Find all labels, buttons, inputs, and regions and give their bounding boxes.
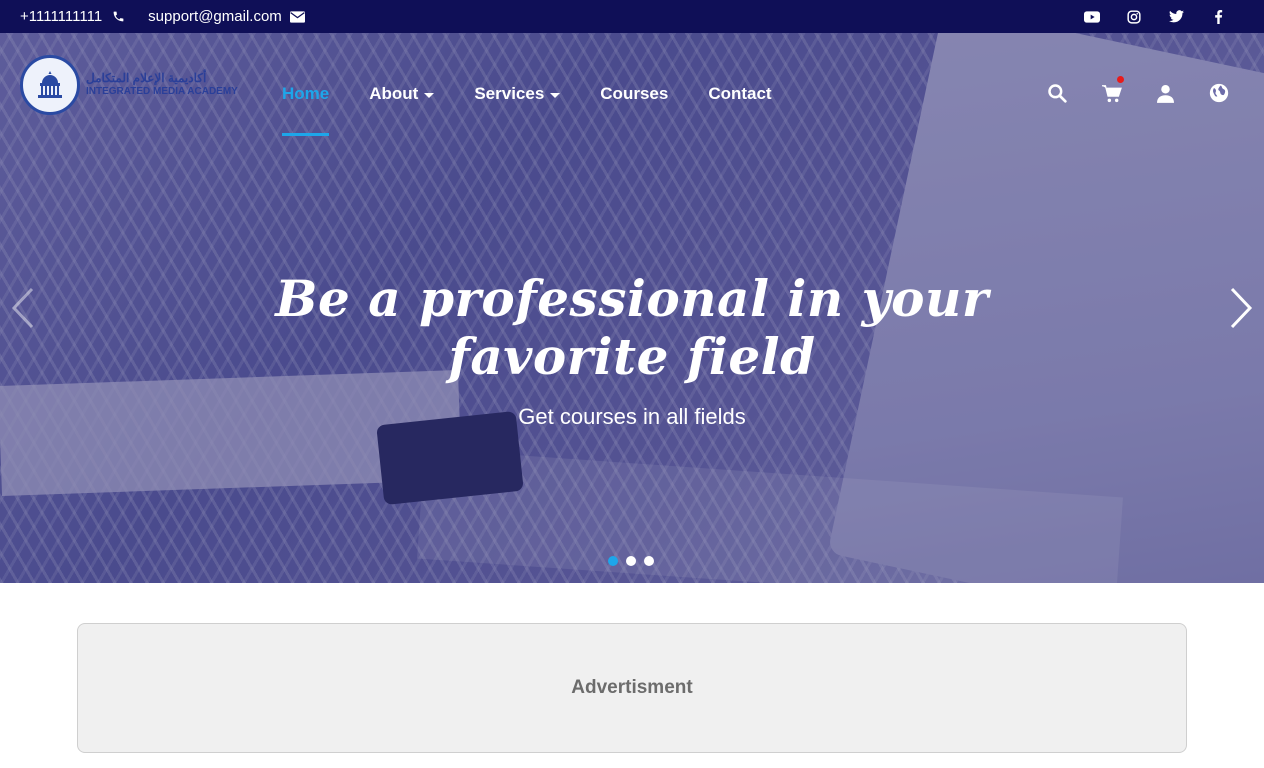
- nav-contact[interactable]: Contact: [708, 72, 771, 116]
- email-contact[interactable]: support@gmail.com: [148, 8, 306, 25]
- slider-next-arrow-icon[interactable]: [1226, 287, 1256, 329]
- cart-notification-badge: [1117, 76, 1124, 83]
- hero-headline-line2: favorite field: [448, 327, 816, 386]
- search-icon[interactable]: [1046, 82, 1068, 104]
- nav-courses[interactable]: Courses: [600, 72, 668, 116]
- envelope-icon: [290, 9, 306, 25]
- nav-services[interactable]: Services: [474, 72, 561, 116]
- top-bar: +1111111111 support@gmail.com: [0, 0, 1264, 33]
- hero-headline-line1: Be a professional in your: [275, 269, 989, 328]
- logo-text: أكاديمية الإعلام المتكامل INTEGRATED MED…: [86, 71, 238, 99]
- nav-home-label: Home: [282, 84, 330, 103]
- slider-prev-arrow-icon[interactable]: [8, 287, 38, 329]
- phone-number[interactable]: +1111111111: [20, 8, 102, 25]
- cart-icon[interactable]: [1100, 76, 1124, 104]
- instagram-icon[interactable]: [1126, 9, 1142, 25]
- nav-about-label: About: [369, 84, 419, 103]
- globe-icon[interactable]: [1208, 82, 1230, 104]
- nav-courses-label: Courses: [600, 84, 669, 103]
- chevron-down-icon: [424, 92, 435, 98]
- twitter-icon[interactable]: [1168, 9, 1184, 25]
- advertisement-box: Advertisment: [77, 623, 1187, 753]
- main-nav: Home About Services Courses Contact: [282, 72, 772, 136]
- social-links: [1084, 9, 1244, 25]
- hero-subheadline: Get courses in all fields: [518, 404, 746, 429]
- phone-contact[interactable]: +1111111111: [20, 8, 126, 25]
- nav-contact-label: Contact: [708, 84, 772, 103]
- brand-logo[interactable]: أكاديمية الإعلام المتكامل INTEGRATED MED…: [20, 55, 238, 115]
- capitol-icon: [38, 71, 62, 98]
- nav-actions: [1046, 76, 1230, 104]
- slider-dot-3[interactable]: [644, 556, 654, 566]
- chevron-down-icon: [550, 92, 561, 98]
- phone-icon: [110, 9, 126, 25]
- slider-dot-2[interactable]: [626, 556, 636, 566]
- facebook-icon[interactable]: [1210, 9, 1226, 25]
- hero-headline: Be a professional in your favorite field: [232, 270, 1032, 386]
- slider-dot-1[interactable]: [608, 556, 618, 566]
- email-address[interactable]: support@gmail.com: [148, 8, 282, 25]
- brand-english-name: INTEGRATED MEDIA ACADEMY: [86, 86, 238, 97]
- youtube-icon[interactable]: [1084, 9, 1100, 25]
- advertisement-label: Advertisment: [571, 677, 693, 698]
- logo-emblem: [20, 55, 80, 115]
- nav-about[interactable]: About: [369, 72, 435, 116]
- slider-indicators: [608, 556, 654, 566]
- user-icon[interactable]: [1154, 82, 1176, 104]
- nav-home[interactable]: Home: [282, 72, 330, 136]
- nav-services-label: Services: [474, 84, 545, 103]
- brand-arabic-name: أكاديمية الإعلام المتكامل: [86, 71, 207, 85]
- contact-info: +1111111111 support@gmail.com: [20, 8, 306, 25]
